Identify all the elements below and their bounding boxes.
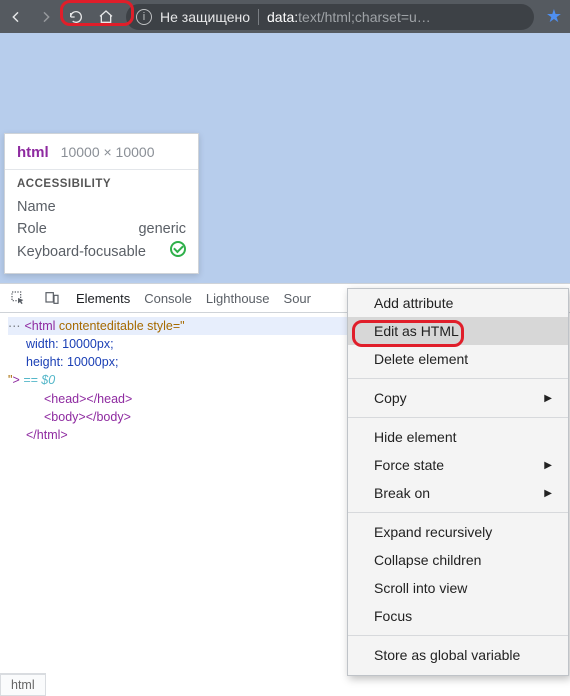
menu-store-global[interactable]: Store as global variable — [348, 641, 568, 669]
menu-separator — [348, 417, 568, 418]
page-viewport: html 10000 × 10000 ACCESSIBILITY Name Ro… — [0, 33, 570, 283]
breadcrumb-item[interactable]: html — [0, 674, 46, 696]
address-bar[interactable]: i Не защищено data:text/html;charset=u… — [126, 4, 534, 30]
device-toggle-button[interactable] — [42, 288, 62, 308]
tooltip-tag: html — [17, 144, 49, 161]
tab-sources[interactable]: Sour — [284, 284, 311, 312]
tooltip-role-value: generic — [138, 218, 186, 240]
tooltip-keyboard-focusable-label: Keyboard-focusable — [17, 241, 146, 263]
menu-collapse-children[interactable]: Collapse children — [348, 546, 568, 574]
home-button[interactable] — [96, 7, 116, 27]
security-status: Не защищено — [160, 9, 250, 25]
element-tooltip: html 10000 × 10000 ACCESSIBILITY Name Ro… — [4, 133, 199, 274]
tab-elements[interactable]: Elements — [76, 284, 130, 312]
bookmark-star-icon[interactable]: ★ — [544, 6, 564, 27]
menu-scroll-into-view[interactable]: Scroll into view — [348, 574, 568, 602]
browser-toolbar: i Не защищено data:text/html;charset=u… … — [0, 0, 570, 33]
menu-break-on[interactable]: Break on▶ — [348, 479, 568, 507]
menu-add-attribute[interactable]: Add attribute — [348, 289, 568, 317]
menu-copy[interactable]: Copy▶ — [348, 384, 568, 412]
menu-separator — [348, 378, 568, 379]
tooltip-name-label: Name — [17, 196, 56, 218]
tooltip-dimensions: 10000 × 10000 — [61, 144, 155, 160]
info-icon: i — [136, 9, 152, 25]
tab-console[interactable]: Console — [144, 284, 192, 312]
reload-button[interactable] — [66, 7, 86, 27]
tooltip-section-header: ACCESSIBILITY — [17, 178, 186, 190]
menu-edit-as-html[interactable]: Edit as HTML — [348, 317, 568, 345]
inspect-button[interactable] — [8, 288, 28, 308]
menu-separator — [348, 512, 568, 513]
tooltip-role-label: Role — [17, 218, 47, 240]
tab-lighthouse[interactable]: Lighthouse — [206, 284, 270, 312]
menu-force-state[interactable]: Force state▶ — [348, 451, 568, 479]
url-text: data:text/html;charset=u… — [267, 9, 431, 25]
menu-focus[interactable]: Focus — [348, 602, 568, 630]
back-button[interactable] — [6, 7, 26, 27]
forward-button[interactable] — [36, 7, 56, 27]
chevron-right-icon: ▶ — [544, 460, 552, 471]
omnibox-divider — [258, 9, 259, 25]
chevron-right-icon: ▶ — [544, 393, 552, 404]
check-icon — [170, 241, 186, 257]
menu-separator — [348, 635, 568, 636]
chevron-right-icon: ▶ — [544, 488, 552, 499]
menu-delete-element[interactable]: Delete element — [348, 345, 568, 373]
menu-expand-recursively[interactable]: Expand recursively — [348, 518, 568, 546]
menu-hide-element[interactable]: Hide element — [348, 423, 568, 451]
context-menu: Add attribute Edit as HTML Delete elemen… — [347, 288, 569, 676]
devtools-breadcrumb[interactable]: html — [0, 673, 46, 695]
